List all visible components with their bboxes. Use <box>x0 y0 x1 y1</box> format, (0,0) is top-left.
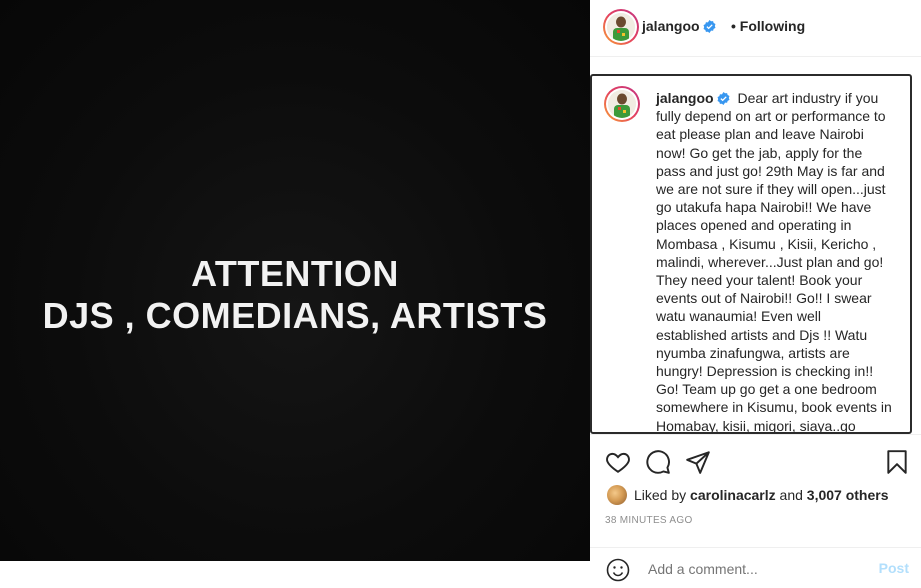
following-label[interactable]: Following <box>740 18 805 34</box>
bookmark-icon <box>887 450 907 474</box>
verified-badge-icon <box>703 20 716 33</box>
caption-text: jalangoo Dear art industry if you fully … <box>656 89 894 434</box>
liker-avatar[interactable] <box>607 485 627 505</box>
header-username[interactable]: jalangoo <box>642 18 716 34</box>
heart-icon <box>606 452 630 473</box>
likes-conjunction: and <box>779 487 803 503</box>
media-headline: ATTENTION <box>191 252 399 294</box>
header-separator: • <box>731 18 736 34</box>
likes-prefix: Liked by <box>634 487 687 503</box>
post-timestamp[interactable]: 38 MINUTES AGO <box>605 515 693 526</box>
like-button[interactable] <box>605 449 631 475</box>
comment-button[interactable] <box>645 449 671 475</box>
verified-badge-icon <box>717 92 730 105</box>
author-avatar[interactable] <box>603 9 639 45</box>
comment-input[interactable] <box>646 556 870 582</box>
follow-status[interactable]: • Following <box>731 18 805 34</box>
media-subheadline: DJS , COMEDIANS, ARTISTS <box>42 294 548 336</box>
caption-author-avatar[interactable] <box>604 86 640 122</box>
likes-others-count[interactable]: 3,007 others <box>807 487 889 503</box>
share-button[interactable] <box>685 449 711 475</box>
add-comment-bar: Post <box>590 547 921 588</box>
caption-container[interactable]: jalangoo Dear art industry if you fully … <box>590 74 912 434</box>
caption-username[interactable]: jalangoo <box>656 90 730 106</box>
share-icon <box>686 451 710 474</box>
media-text-block: ATTENTION DJS , COMEDIANS, ARTISTS <box>43 253 548 337</box>
emoji-icon[interactable] <box>606 558 630 582</box>
post-comment-button[interactable]: Post <box>879 560 909 576</box>
liker-username[interactable]: carolinacarlz <box>690 487 776 503</box>
comment-icon <box>646 450 670 474</box>
post-media[interactable]: ATTENTION DJS , COMEDIANS, ARTISTS <box>0 0 590 561</box>
post-actions: Liked by carolinacarlz and 3,007 others … <box>590 434 921 582</box>
post-side-panel: jalangoo • Following jalangoo Dear art i… <box>590 0 921 582</box>
post-header: jalangoo • Following <box>590 0 921 57</box>
caption-body: Dear art industry if you fully depend on… <box>656 90 892 434</box>
likes-summary: Liked by carolinacarlz and 3,007 others <box>607 485 889 505</box>
save-button[interactable] <box>884 449 910 475</box>
